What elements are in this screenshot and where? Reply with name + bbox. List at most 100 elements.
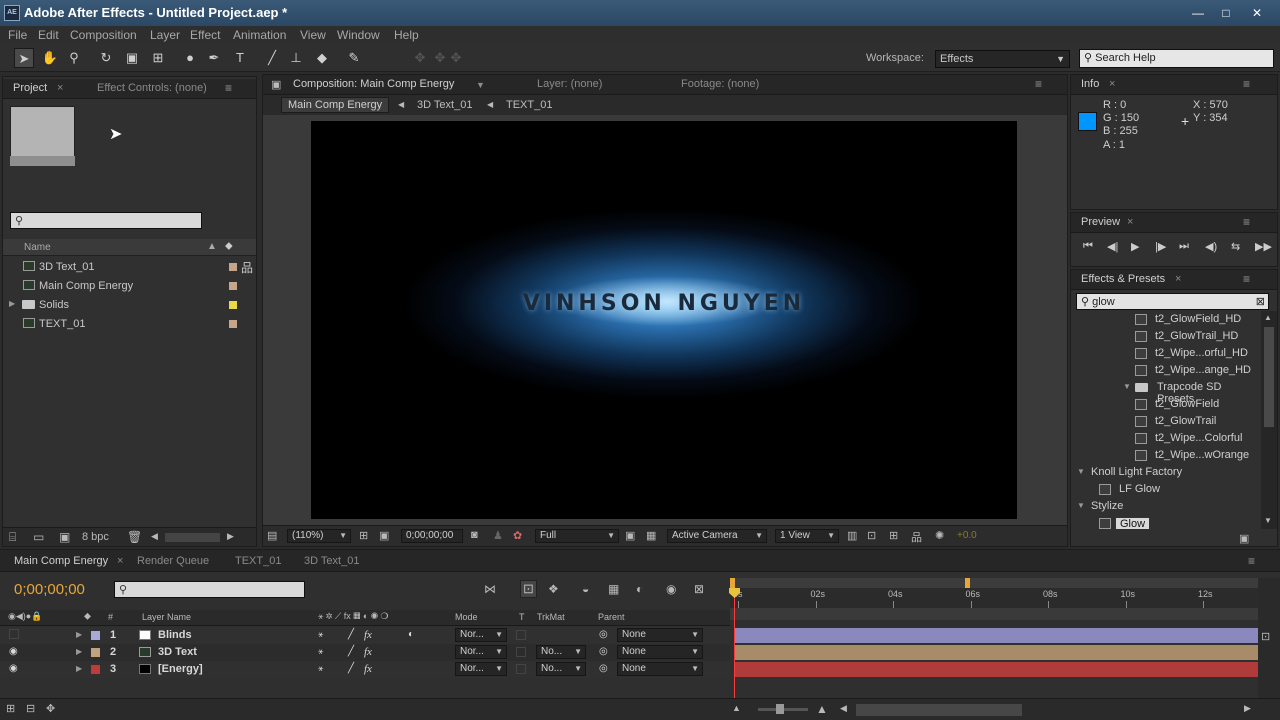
label-tag-icon[interactable]: ⬥: [84, 611, 91, 622]
toggle-switches-icon[interactable]: ⊞: [6, 702, 15, 715]
tab-close-icon[interactable]: ×: [117, 555, 123, 567]
layer-name[interactable]: Blinds: [158, 629, 192, 641]
scroll-up-icon[interactable]: ▲: [1264, 313, 1272, 322]
menu-file[interactable]: File: [8, 28, 27, 42]
label-color-swatch[interactable]: [91, 665, 100, 674]
effect-item[interactable]: LF Glow: [1071, 481, 1261, 498]
eye-visibility-toggle[interactable]: [9, 629, 19, 639]
timeline-timecode[interactable]: 0;00;00;00: [14, 581, 85, 598]
workspace-dropdown[interactable]: Effects ▼: [935, 50, 1070, 68]
work-area-bar[interactable]: [730, 578, 1258, 588]
horizontal-scrollbar[interactable]: [165, 533, 220, 542]
scroll-right-icon[interactable]: ▶: [1244, 703, 1251, 714]
sort-arrow-icon[interactable]: ▲: [207, 241, 217, 252]
column-trkmat[interactable]: TrkMat: [537, 612, 565, 622]
views-dropdown[interactable]: 1 View ▼: [775, 529, 839, 543]
menu-help[interactable]: Help: [394, 28, 419, 42]
comp-button-icon[interactable]: ⊡: [1261, 630, 1270, 643]
hide-shy-icon[interactable]: ◒: [582, 582, 589, 596]
first-frame-icon[interactable]: ⏮: [1083, 240, 1093, 253]
close-button[interactable]: ✕: [1246, 4, 1268, 22]
timeline-icon[interactable]: ⊞: [889, 529, 898, 542]
menu-view[interactable]: View: [300, 28, 326, 42]
flowchart-icon[interactable]: 品: [911, 529, 922, 545]
breadcrumb-item-main-comp[interactable]: Main Comp Energy: [281, 97, 390, 113]
panel-menu-icon[interactable]: ≡: [1243, 272, 1250, 286]
menu-edit[interactable]: Edit: [38, 28, 59, 42]
column-name[interactable]: Name: [24, 242, 51, 253]
roto-brush-tool-icon[interactable]: ✎: [344, 48, 364, 68]
interpret-footage-icon[interactable]: ⌸: [9, 530, 16, 545]
label-color-swatch[interactable]: [229, 282, 237, 290]
grid-icon[interactable]: ⊞: [359, 529, 368, 542]
previous-frame-icon[interactable]: ◀|: [1107, 240, 1118, 253]
effect-item[interactable]: t2_Wipe...wOrange: [1071, 447, 1261, 464]
label-color-swatch[interactable]: [229, 320, 237, 328]
label-color-swatch[interactable]: [229, 263, 237, 271]
resolution-dropdown[interactable]: Full ▼: [535, 529, 619, 543]
pen-tool-icon[interactable]: ✒: [204, 48, 224, 68]
tab-close-icon[interactable]: ×: [1109, 78, 1115, 90]
type-tool-icon[interactable]: T: [230, 48, 250, 68]
play-icon[interactable]: ▶: [1131, 240, 1139, 253]
panel-menu-icon[interactable]: ≡: [225, 81, 232, 95]
project-search-input[interactable]: ⚲: [10, 212, 202, 229]
hand-tool-icon[interactable]: ✋: [40, 48, 60, 68]
effect-item[interactable]: t2_Wipe...ange_HD: [1071, 362, 1261, 379]
effect-item[interactable]: Glow: [1071, 515, 1261, 529]
tab-layer[interactable]: Layer: (none): [537, 78, 602, 90]
next-frame-icon[interactable]: |▶: [1155, 240, 1166, 253]
layer-name[interactable]: 3D Text: [158, 646, 197, 658]
expand-arrow-icon[interactable]: ▶: [76, 664, 82, 673]
ellipse-tool-icon[interactable]: ●: [180, 48, 200, 68]
live-update-icon[interactable]: ⊡: [520, 580, 537, 598]
menu-window[interactable]: Window: [337, 28, 380, 42]
expand-arrow-icon[interactable]: ▼: [1077, 467, 1085, 476]
new-composition-icon[interactable]: ▣: [59, 530, 70, 544]
brainstorm-icon[interactable]: ◉: [666, 582, 676, 596]
bpc-button[interactable]: 8 bpc: [82, 531, 109, 543]
effect-switch-icon[interactable]: fx: [364, 646, 372, 658]
delete-icon[interactable]: 🗑: [127, 530, 142, 544]
search-help-input[interactable]: ⚲ Search Help: [1079, 49, 1274, 68]
project-item[interactable]: TEXT_01: [3, 315, 256, 334]
pick-whip-icon[interactable]: ◎: [599, 663, 608, 674]
column-parent[interactable]: Parent: [598, 612, 625, 622]
effect-item[interactable]: t2_GlowTrail: [1071, 413, 1261, 430]
blend-mode-dropdown[interactable]: Nor... ▼: [455, 662, 507, 676]
expand-arrow-icon[interactable]: ▶: [9, 299, 15, 308]
layer-duration-bar[interactable]: [735, 645, 1258, 660]
eraser-tool-icon[interactable]: ◆: [312, 48, 332, 68]
preserve-transparency-toggle[interactable]: [516, 664, 526, 674]
menu-layer[interactable]: Layer: [150, 28, 180, 42]
preserve-transparency-toggle[interactable]: [516, 630, 526, 640]
tab-footage[interactable]: Footage: (none): [681, 78, 759, 90]
tab-close-icon[interactable]: ×: [1175, 273, 1181, 285]
rotate-tool-icon[interactable]: ↻: [96, 48, 116, 68]
scroll-down-icon[interactable]: ▼: [1264, 516, 1272, 525]
motion-blur-icon[interactable]: ◐: [636, 582, 643, 596]
eye-visibility-icon[interactable]: ◉: [9, 646, 18, 657]
chevron-down-icon[interactable]: ▼: [476, 80, 485, 90]
track-matte-dropdown[interactable]: No... ▼: [536, 645, 586, 659]
column-t[interactable]: T: [519, 612, 525, 622]
pan-behind-tool-icon[interactable]: ⊞: [148, 48, 168, 68]
effect-item[interactable]: t2_GlowField_HD: [1071, 311, 1261, 328]
tab-effect-controls[interactable]: Effect Controls: (none): [97, 82, 207, 94]
expand-arrow-icon[interactable]: ▶: [76, 647, 82, 656]
effect-category[interactable]: ▼ Stylize: [1071, 498, 1261, 515]
project-item[interactable]: Main Comp Energy: [3, 277, 256, 296]
vertical-scrollbar[interactable]: ▲ ▼: [1261, 311, 1277, 529]
flowchart-icon[interactable]: 品: [241, 259, 253, 276]
color-channel-icon[interactable]: ✿: [513, 529, 522, 542]
layer-name[interactable]: [Energy]: [158, 663, 203, 675]
layer-duration-bar[interactable]: [735, 628, 1258, 643]
frame-blending-icon[interactable]: ▦: [608, 582, 619, 596]
maximize-button[interactable]: □: [1215, 4, 1237, 22]
tab-close-icon[interactable]: ×: [1127, 216, 1133, 228]
exposure-value[interactable]: +0.0: [957, 530, 977, 541]
tab-project-close[interactable]: ×: [57, 82, 63, 94]
column-mode[interactable]: Mode: [455, 612, 478, 622]
reset-exposure-icon[interactable]: ✺: [935, 529, 944, 542]
camera-tool-icon[interactable]: ▣: [122, 48, 142, 68]
